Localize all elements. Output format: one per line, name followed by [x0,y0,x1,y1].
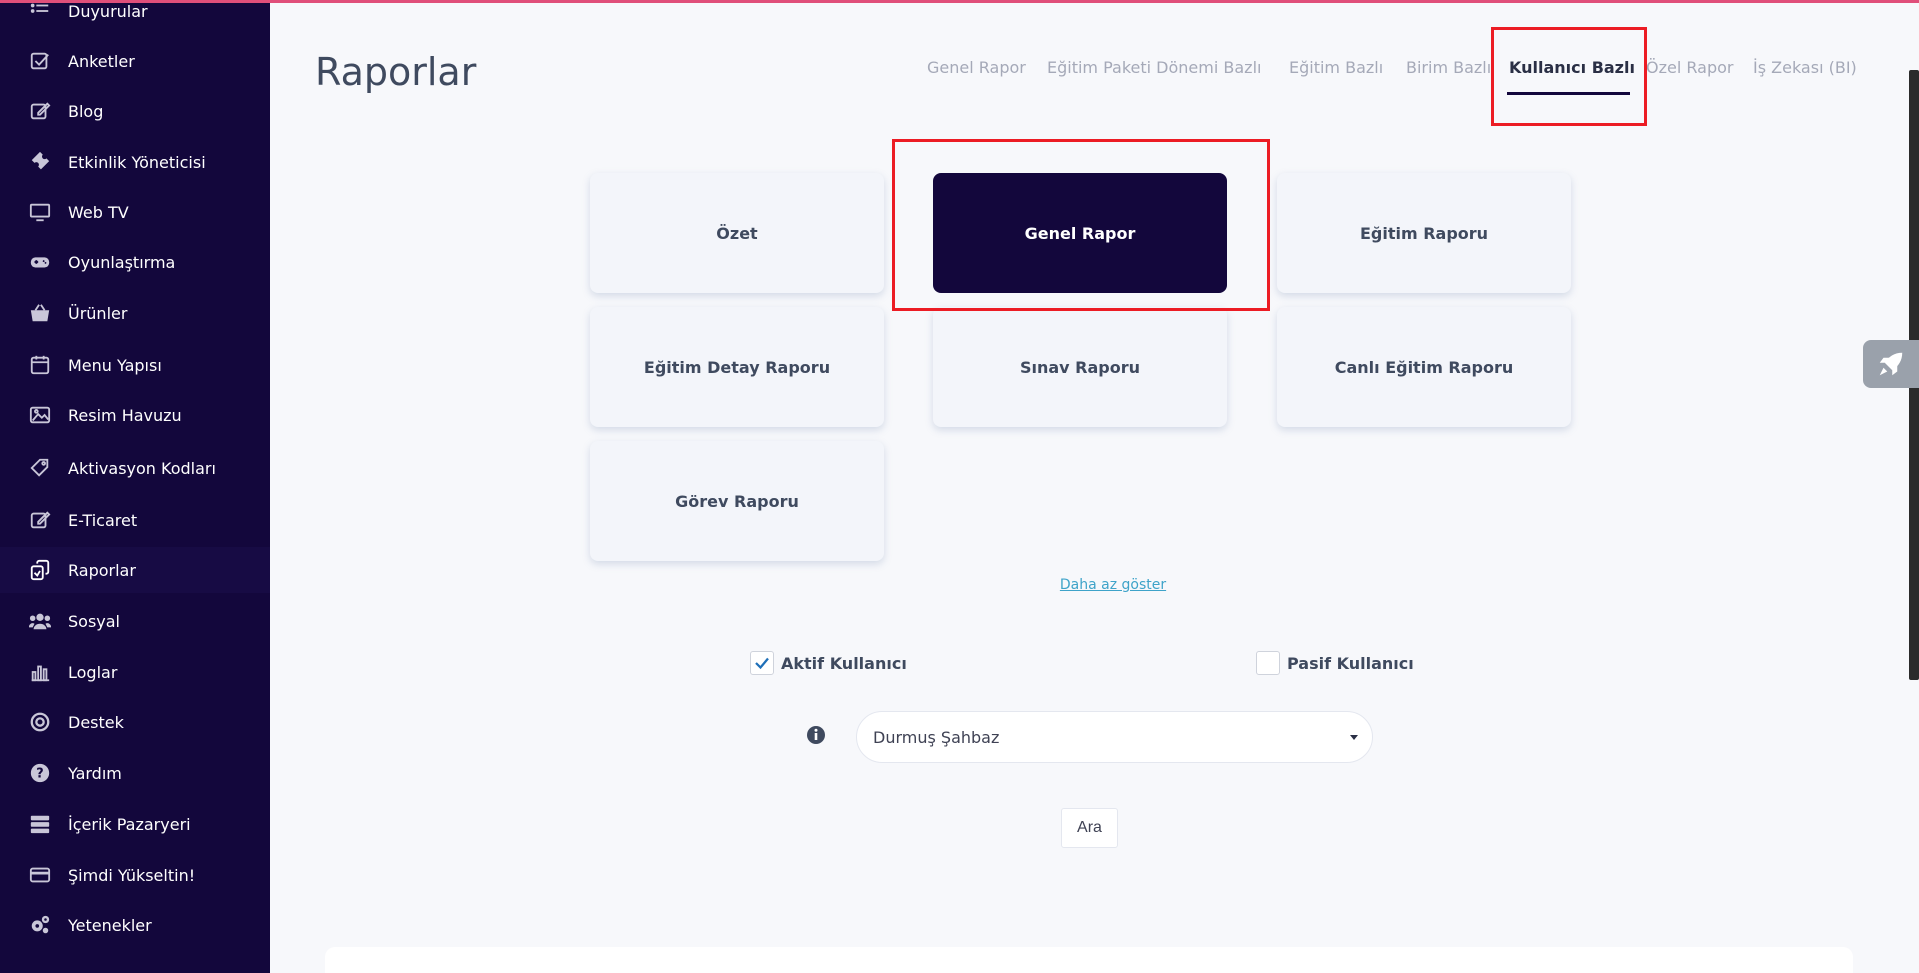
sidebar-item-label: Oyunlaştırma [68,252,176,272]
active-user-filter[interactable]: Aktif Kullanıcı [750,651,907,675]
sidebar-item-oyunlastirma[interactable]: Oyunlaştırma [0,239,270,285]
sidebar-item-resim-havuzu[interactable]: Resim Havuzu [0,392,270,438]
sidebar-item-urunler[interactable]: Ürünler [0,290,270,336]
lifebuoy-icon [28,710,52,734]
chevron-down-icon [1350,735,1358,740]
main-content: Raporlar Genel Rapor Eğitim Paketi Dönem… [270,0,1919,973]
sidebar-item-label: Şimdi Yükseltin! [68,865,196,885]
sidebar-item-destek[interactable]: Destek [0,699,270,745]
search-button[interactable]: Ara [1061,808,1118,848]
sidebar-item-label: Ürünler [68,303,128,323]
sidebar-item-label: Blog [68,101,104,121]
basket-icon [28,301,52,325]
sidebar-item-label: Anketler [68,51,135,71]
report-card-canli-egitim-raporu[interactable]: Canlı Eğitim Raporu [1277,307,1571,427]
sidebar-item-label: Etkinlik Yöneticisi [68,152,206,172]
sidebar-item-blog[interactable]: Blog [0,88,270,134]
report-card-genel-rapor[interactable]: Genel Rapor [933,173,1227,293]
sidebar-item-simdi-yukseltin[interactable]: Şimdi Yükseltin! [0,852,270,898]
calendar-icon [28,353,52,377]
sidebar-item-webtv[interactable]: Web TV [0,189,270,235]
ticket-icon [28,150,52,174]
svg-text:?: ? [36,767,43,782]
check-icon [755,657,769,670]
report-card-ozet[interactable]: Özet [590,173,884,293]
sidebar-item-label: Loglar [68,662,118,682]
user-select[interactable]: Durmuş Şahbaz [856,711,1373,763]
sidebar-item-label: İçerik Pazaryeri [68,814,191,834]
sidebar-item-label: Resim Havuzu [68,405,182,425]
checkbox-icon [28,49,52,73]
user-select-value: Durmuş Şahbaz [873,727,1000,747]
report-card-egitim-raporu[interactable]: Eğitim Raporu [1277,173,1571,293]
sidebar-item-menu-yapisi[interactable]: Menu Yapısı [0,342,270,388]
edit-icon [28,99,52,123]
sidebar-item-eticaret[interactable]: E-Ticaret [0,497,270,543]
active-user-checkbox[interactable] [750,651,774,675]
sidebar-item-raporlar[interactable]: Raporlar [0,547,270,593]
sidebar-item-loglar[interactable]: Loglar [0,649,270,695]
sidebar-item-yetenekler[interactable]: Yetenekler [0,902,270,948]
active-tab-indicator [1507,92,1630,95]
results-panel [325,947,1853,973]
passive-user-label: Pasif Kullanıcı [1287,653,1414,673]
reports-icon [28,558,52,582]
sidebar-item-icerik-pazaryeri[interactable]: İçerik Pazaryeri [0,801,270,847]
report-card-egitim-detay-raporu[interactable]: Eğitim Detay Raporu [590,307,884,427]
sidebar-item-yardim[interactable]: ? Yardım [0,750,270,796]
sidebar-item-duyurular[interactable]: Duyurular [0,0,270,34]
tab-genel-rapor[interactable]: Genel Rapor [927,58,1026,77]
sidebar-item-aktivasyon[interactable]: Aktivasyon Kodları [0,445,270,491]
sidebar-item-label: Sosyal [68,611,120,631]
sidebar-item-label: Yetenekler [68,915,152,935]
server-icon [28,812,52,836]
sidebar-item-label: Duyurular [68,1,148,21]
tab-birim-bazli[interactable]: Birim Bazlı [1406,58,1491,77]
gamepad-icon [28,250,52,274]
rocket-icon [1879,352,1903,376]
sidebar-item-label: Aktivasyon Kodları [68,458,216,478]
info-icon[interactable] [806,725,826,745]
tab-kullanici-bazli[interactable]: Kullanıcı Bazlı [1509,58,1635,77]
passive-user-checkbox[interactable] [1256,651,1280,675]
tag-icon [28,456,52,480]
tab-egitim-bazli[interactable]: Eğitim Bazlı [1289,58,1383,77]
quick-launch-button[interactable] [1863,340,1919,388]
page-title: Raporlar [315,50,477,94]
sidebar-item-anketler[interactable]: Anketler [0,38,270,84]
sidebar-item-label: Destek [68,712,124,732]
sidebar-item-label: Web TV [68,202,129,222]
sidebar: Duyurular Anketler Blog Etkinlik Yönetic… [0,0,270,973]
report-card-sinav-raporu[interactable]: Sınav Raporu [933,307,1227,427]
image-icon [28,403,52,427]
show-less-link[interactable]: Daha az göster [1038,577,1188,593]
passive-user-filter[interactable]: Pasif Kullanıcı [1256,651,1414,675]
top-accent-line [0,0,1919,3]
sidebar-item-label: Yardım [68,763,122,783]
monitor-icon [28,200,52,224]
sidebar-item-label: Menu Yapısı [68,355,162,375]
active-user-label: Aktif Kullanıcı [781,653,907,673]
sidebar-item-label: E-Ticaret [68,510,138,530]
tab-egitim-paketi-donemi-bazli[interactable]: Eğitim Paketi Dönemi Bazlı [1047,58,1261,77]
sidebar-item-etkinlik[interactable]: Etkinlik Yöneticisi [0,139,270,185]
bar-chart-icon [28,660,52,684]
sidebar-item-label: Raporlar [68,560,136,580]
list-icon [28,0,52,23]
tab-ozel-rapor[interactable]: Özel Rapor [1646,58,1733,77]
users-icon [28,609,52,633]
credit-card-icon [28,863,52,887]
sidebar-item-sosyal[interactable]: Sosyal [0,598,270,644]
edit-icon [28,508,52,532]
tab-is-zekasi[interactable]: İş Zekası (BI) [1753,58,1857,77]
question-icon: ? [28,761,52,785]
report-card-gorev-raporu[interactable]: Görev Raporu [590,441,884,561]
gears-icon [28,913,52,937]
